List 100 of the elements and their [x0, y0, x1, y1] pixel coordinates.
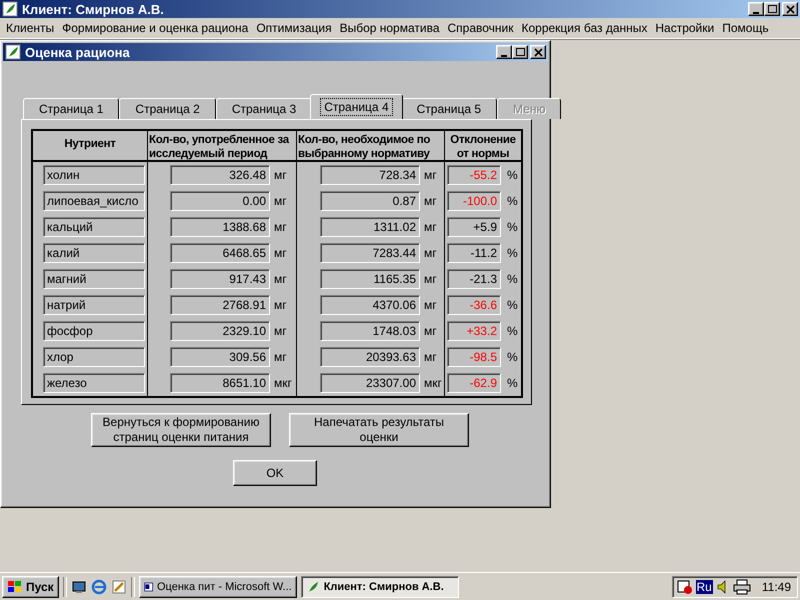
- pencil-icon[interactable]: [110, 578, 127, 594]
- action-button[interactable]: Вернуться к формированию страниц оценки питания: [91, 413, 271, 447]
- percent-label: %: [507, 272, 518, 286]
- document-icon: [144, 580, 153, 594]
- menu-item[interactable]: Оптимизация: [252, 21, 336, 35]
- menu-item[interactable]: Справочник: [444, 21, 518, 35]
- percent-label: %: [507, 220, 518, 234]
- unit-label: мг: [424, 272, 437, 286]
- printer-icon[interactable]: [732, 578, 751, 594]
- clock: 11:49: [762, 580, 791, 594]
- start-button[interactable]: Пуск: [2, 576, 59, 598]
- maximize-icon: [514, 46, 526, 58]
- deviation-field[interactable]: -11.2: [447, 243, 501, 263]
- consumed-field[interactable]: 0.00: [170, 191, 270, 211]
- percent-label: %: [507, 350, 518, 364]
- deviation-field[interactable]: -21.3: [447, 269, 501, 289]
- menu-item[interactable]: Настройки: [651, 21, 718, 35]
- column-header: Кол-во, необходимое по выбранному нормативу: [297, 131, 445, 162]
- taskbar-button[interactable]: Оценка пит - Microsoft W...: [138, 576, 297, 598]
- window-title: Клиент: Смирнов А.В.: [22, 2, 165, 16]
- required-field[interactable]: 1165.35: [320, 269, 420, 289]
- tab[interactable]: Страница 1: [23, 98, 120, 119]
- language-indicator[interactable]: Ru: [696, 580, 713, 594]
- deviation-field[interactable]: +5.9: [447, 217, 501, 237]
- column-header: Отклонение от нормы: [445, 131, 521, 162]
- unit-label: мг: [274, 298, 287, 312]
- nutrient-field[interactable]: хлор: [43, 347, 145, 367]
- nutrient-field[interactable]: холин: [43, 165, 145, 185]
- windows-logo-icon: [7, 580, 23, 594]
- unit-label: мг: [424, 324, 437, 338]
- unit-label: мг: [424, 298, 437, 312]
- action-button[interactable]: Напечатать результаты оценки: [289, 413, 469, 447]
- unit-label: мг: [274, 246, 287, 260]
- unit-label: мг: [424, 194, 437, 208]
- unit-label: мг: [424, 350, 437, 364]
- taskbar-button[interactable]: Клиент: Смирнов А.В.: [300, 576, 459, 598]
- required-field[interactable]: 7283.44: [320, 243, 420, 263]
- percent-label: %: [507, 246, 518, 260]
- required-field[interactable]: 4370.06: [320, 295, 420, 315]
- nutrient-field[interactable]: фосфор: [43, 321, 145, 341]
- nutrient-field[interactable]: натрий: [43, 295, 145, 315]
- unit-label: мг: [274, 220, 287, 234]
- unit-label: мкг: [274, 376, 292, 390]
- unit-label: мг: [274, 272, 287, 286]
- close-button[interactable]: [782, 2, 798, 16]
- nutrient-field[interactable]: липоевая_кисло: [43, 191, 145, 211]
- maximize-icon: [766, 4, 778, 14]
- calendar-icon[interactable]: [676, 578, 693, 594]
- consumed-field[interactable]: 2768.91: [170, 295, 270, 315]
- consumed-field[interactable]: 6468.65: [170, 243, 270, 263]
- unit-label: мг: [424, 220, 437, 234]
- percent-label: %: [507, 194, 518, 208]
- percent-label: %: [507, 324, 518, 338]
- unit-label: мг: [424, 168, 437, 182]
- leaf-icon: [5, 44, 21, 60]
- required-field[interactable]: 728.34: [320, 165, 420, 185]
- unit-label: мг: [274, 194, 287, 208]
- maximize-button[interactable]: [764, 2, 780, 16]
- desktop-icon[interactable]: [70, 578, 87, 594]
- close-icon: [532, 46, 544, 58]
- menu-item[interactable]: Помощь: [718, 21, 773, 35]
- nutrient-field[interactable]: калий: [43, 243, 145, 263]
- required-field[interactable]: 20393.63: [320, 347, 420, 367]
- close-button[interactable]: [530, 45, 546, 59]
- unit-label: мг: [274, 350, 287, 364]
- percent-label: %: [507, 376, 518, 390]
- tab[interactable]: Страница 5: [400, 98, 498, 119]
- menu-item[interactable]: Формирование и оценка рациона: [58, 21, 252, 35]
- unit-label: мг: [424, 246, 437, 260]
- close-icon: [784, 4, 796, 14]
- consumed-field[interactable]: 1388.68: [170, 217, 270, 237]
- minimize-icon: [501, 54, 507, 56]
- tab[interactable]: Страница 3: [216, 98, 312, 119]
- nutrient-field[interactable]: железо: [43, 373, 145, 393]
- unit-label: мг: [274, 168, 287, 182]
- menu-item[interactable]: Коррекция баз данных: [518, 21, 652, 35]
- consumed-field[interactable]: 8651.10: [170, 373, 270, 393]
- required-field[interactable]: 0.87: [320, 191, 420, 211]
- tab[interactable]: Страница 2: [119, 98, 216, 119]
- minimize-button[interactable]: [496, 45, 512, 59]
- consumed-field[interactable]: 917.43: [170, 269, 270, 289]
- column-header: Кол-во, употребленное за исследуемый период: [148, 131, 297, 162]
- menu-item[interactable]: Выбор норматива: [336, 21, 444, 35]
- ok-button[interactable]: OK: [233, 460, 317, 486]
- required-field[interactable]: 23307.00: [320, 373, 420, 393]
- consumed-field[interactable]: 2329.10: [170, 321, 270, 341]
- nutrient-field[interactable]: магний: [43, 269, 145, 289]
- maximize-button[interactable]: [512, 45, 528, 59]
- required-field[interactable]: 1311.02: [320, 217, 420, 237]
- minimize-button[interactable]: [748, 2, 764, 16]
- consumed-field[interactable]: 326.48: [170, 165, 270, 185]
- menu-item[interactable]: Клиенты: [2, 21, 58, 35]
- tab[interactable]: Страница 4: [310, 94, 403, 119]
- percent-label: %: [507, 168, 518, 182]
- minimize-icon: [753, 12, 759, 14]
- unit-label: мкг: [424, 376, 442, 390]
- nutrient-field[interactable]: кальций: [43, 217, 145, 237]
- required-field[interactable]: 1748.03: [320, 321, 420, 341]
- consumed-field[interactable]: 309.56: [170, 347, 270, 367]
- dialog-title: Оценка рациона: [25, 44, 131, 60]
